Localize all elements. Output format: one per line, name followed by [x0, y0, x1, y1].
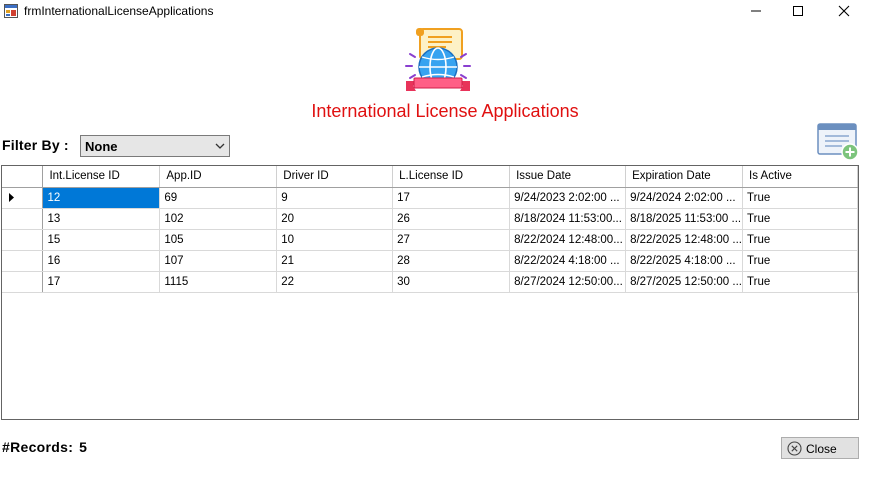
table-cell[interactable]: True	[742, 229, 858, 251]
table-cell[interactable]: 21	[276, 250, 394, 272]
table-cell[interactable]: 8/22/2025 12:48:00 ...	[625, 229, 744, 251]
table-cell[interactable]: 107	[159, 250, 278, 272]
filter-label: Filter By :	[2, 137, 69, 153]
table-cell[interactable]: 8/22/2024 12:48:00...	[509, 229, 627, 251]
filter-dropdown[interactable]: None	[80, 135, 230, 157]
table-cell[interactable]: 1115	[159, 271, 278, 293]
records-summary: #Records: 5	[2, 439, 87, 455]
column-header[interactable]: Is Active	[742, 166, 858, 188]
records-label: #Records:	[2, 439, 74, 455]
table-row[interactable]: 17 1115 22 30 8/27/2024 12:50:00... 8/27…	[2, 271, 858, 293]
app-form-icon	[4, 4, 18, 18]
globe-certificate-icon	[405, 28, 471, 91]
row-header[interactable]	[2, 250, 44, 272]
table-cell[interactable]: True	[742, 187, 858, 209]
table-cell[interactable]: 8/27/2025 12:50:00 ...	[625, 271, 744, 293]
title-bar: frmInternationalLicenseApplications	[0, 0, 870, 22]
table-cell[interactable]: 13	[42, 208, 161, 230]
table-cell[interactable]: 8/22/2025 4:18:00 ...	[625, 250, 744, 272]
table-row[interactable]: 15 105 10 27 8/22/2024 12:48:00... 8/22/…	[2, 229, 858, 251]
column-header[interactable]: Int.License ID	[42, 166, 161, 188]
table-cell[interactable]: True	[742, 271, 858, 293]
row-header[interactable]	[2, 271, 44, 293]
maximize-icon	[793, 6, 803, 16]
table-cell[interactable]: 28	[392, 250, 511, 272]
column-header[interactable]: Issue Date	[509, 166, 627, 188]
table-cell[interactable]: 69	[159, 187, 278, 209]
minimize-icon	[751, 10, 761, 12]
table-cell[interactable]: 105	[159, 229, 278, 251]
table-cell[interactable]: 8/18/2025 11:53:00 ...	[625, 208, 744, 230]
table-cell[interactable]: 17	[392, 187, 511, 209]
applications-table: Int.License ID App.ID Driver ID L.Licens…	[2, 166, 858, 293]
table-cell[interactable]: 102	[159, 208, 278, 230]
chevron-down-icon	[215, 143, 225, 149]
add-application-button[interactable]	[816, 122, 860, 162]
column-header[interactable]: App.ID	[159, 166, 278, 188]
row-header[interactable]	[2, 229, 44, 251]
records-count: 5	[79, 439, 88, 455]
row-header-corner	[2, 166, 44, 188]
table-cell[interactable]: 17	[42, 271, 161, 293]
close-button-label: Close	[806, 442, 837, 456]
table-row[interactable]: 16 107 21 28 8/22/2024 4:18:00 ... 8/22/…	[2, 250, 858, 272]
row-header[interactable]	[2, 187, 44, 209]
table-cell[interactable]: 9/24/2024 2:02:00 ...	[625, 187, 744, 209]
table-cell[interactable]: 10	[276, 229, 394, 251]
table-cell[interactable]: 12	[42, 187, 161, 209]
table-cell[interactable]: 8/22/2024 4:18:00 ...	[509, 250, 627, 272]
maximize-button[interactable]	[775, 0, 821, 22]
close-button[interactable]: Close	[781, 437, 859, 459]
table-cell[interactable]: 9	[276, 187, 394, 209]
table-cell[interactable]: 9/24/2023 2:02:00 ...	[509, 187, 627, 209]
applications-grid[interactable]: Int.License ID App.ID Driver ID L.Licens…	[1, 165, 859, 420]
close-window-button[interactable]	[821, 0, 867, 22]
table-cell[interactable]: 20	[276, 208, 394, 230]
table-cell[interactable]: 8/27/2024 12:50:00...	[509, 271, 627, 293]
row-header[interactable]	[2, 208, 44, 230]
column-header[interactable]: Expiration Date	[625, 166, 744, 188]
table-cell[interactable]: 30	[392, 271, 511, 293]
table-cell[interactable]: 22	[276, 271, 394, 293]
table-row[interactable]: 12 69 9 17 9/24/2023 2:02:00 ... 9/24/20…	[2, 187, 858, 209]
page-title: International License Applications	[311, 101, 579, 121]
table-cell[interactable]: 8/18/2024 11:53:00...	[509, 208, 627, 230]
close-icon	[838, 5, 850, 17]
table-cell[interactable]: 16	[42, 250, 161, 272]
minimize-button[interactable]	[733, 0, 779, 22]
filter-selected-value: None	[85, 139, 118, 154]
table-cell[interactable]: 15	[42, 229, 161, 251]
close-circle-icon	[787, 441, 802, 456]
grid-header-row: Int.License ID App.ID Driver ID L.Licens…	[2, 166, 858, 188]
column-header[interactable]: L.License ID	[392, 166, 511, 188]
table-cell[interactable]: True	[742, 250, 858, 272]
current-row-arrow-icon	[9, 193, 14, 202]
table-cell[interactable]: 26	[392, 208, 511, 230]
table-row[interactable]: 13 102 20 26 8/18/2024 11:53:00... 8/18/…	[2, 208, 858, 230]
window-title: frmInternationalLicenseApplications	[24, 4, 214, 18]
table-cell[interactable]: 27	[392, 229, 511, 251]
table-cell[interactable]: True	[742, 208, 858, 230]
column-header[interactable]: Driver ID	[276, 166, 394, 188]
